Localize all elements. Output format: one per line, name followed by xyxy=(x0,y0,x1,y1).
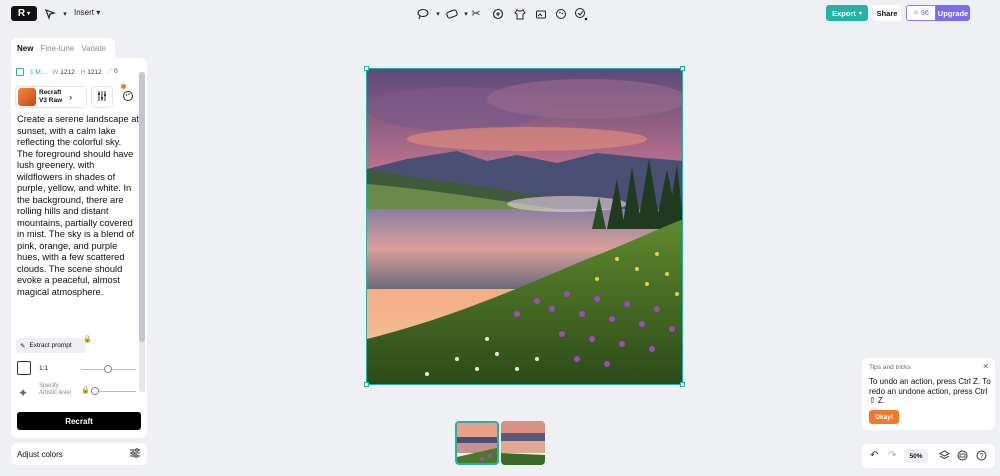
image-meta: 1 M... W 1212 H 1212 ⟋ 0 xyxy=(16,68,118,76)
style-palette-button[interactable] xyxy=(117,86,139,108)
panel-scrollbar[interactable] xyxy=(139,72,145,392)
tab-new[interactable]: New xyxy=(17,44,33,53)
close-icon[interactable]: ✕ xyxy=(982,362,989,371)
credits-badge[interactable]: ✧ 96 xyxy=(906,5,936,21)
sparkle-icon: ✦ xyxy=(18,386,29,400)
settings-sliders-button[interactable] xyxy=(91,86,113,108)
variant-thumbnail-2[interactable] xyxy=(501,421,545,465)
lasso-icon[interactable] xyxy=(415,6,431,21)
zoom-level[interactable]: 50% xyxy=(904,449,928,463)
recraft-button[interactable]: Recraft xyxy=(17,412,141,430)
sliders-icon xyxy=(96,90,108,105)
seed-icon: ⟋ xyxy=(107,68,113,75)
share-button[interactable]: Share xyxy=(873,5,901,21)
generation-panel: 1 M... W 1212 H 1212 ⟋ 0 Recraft V3 Raw ›… xyxy=(11,58,147,438)
mockup-icon[interactable] xyxy=(533,6,549,21)
feedback-icon[interactable] xyxy=(957,450,968,464)
export-button[interactable]: Export ▾ xyxy=(826,5,868,21)
resize-handle[interactable] xyxy=(680,382,685,387)
aspect-ratio-icon[interactable] xyxy=(17,361,31,375)
artistic-level-label: Specify Artistic level xyxy=(39,383,72,396)
width-value[interactable]: 1212 xyxy=(60,69,74,76)
ratio-slider-knob[interactable] xyxy=(104,365,112,373)
bottom-toolbar: ↶ ↷ 50% ? xyxy=(862,444,995,468)
select-tool-icon[interactable] xyxy=(42,6,58,21)
sliders-icon[interactable] xyxy=(129,448,141,460)
height-label: H xyxy=(80,68,86,76)
resize-handle[interactable] xyxy=(364,382,369,387)
redo-icon[interactable]: ↷ xyxy=(888,450,896,461)
tips-body: To undo an action, press Ctrl Z. To redo… xyxy=(869,377,991,405)
height-value[interactable]: 1212 xyxy=(87,69,101,76)
scissors-icon[interactable]: ✂ xyxy=(468,6,484,21)
palette-icon xyxy=(122,90,134,105)
recraft-logo[interactable]: R ▾ xyxy=(11,6,37,21)
diamond-icon: ✧ xyxy=(913,10,920,17)
chevron-down-icon[interactable]: ▾ xyxy=(57,6,73,21)
model-version: V3 Raw xyxy=(39,97,63,104)
extract-prompt-button[interactable]: ✎ Extract prompt xyxy=(16,338,86,353)
model-thumbnail xyxy=(18,88,36,106)
mode-tabs: New Fine-tune Variate xyxy=(11,38,115,58)
tips-title: Tips and tricks xyxy=(869,364,911,371)
shirt-icon[interactable] xyxy=(512,6,528,21)
tab-fine-tune[interactable]: Fine-tune xyxy=(40,44,74,53)
top-toolbar: R ▾ ▾ Insert ▾ ▾ ▾ ✂ Export ▾ Share ✧ 96 Up… xyxy=(0,0,1000,26)
palette-icon[interactable] xyxy=(553,6,569,21)
aspect-ratio-label: 1:1 xyxy=(39,365,49,372)
seed-value[interactable]: 0 xyxy=(114,68,118,75)
layers-icon[interactable] xyxy=(938,450,951,464)
adjust-colors-label: Adjust colors xyxy=(17,449,63,459)
tab-variate[interactable]: Variate xyxy=(81,44,106,53)
svg-text:?: ? xyxy=(980,453,984,460)
okay-button[interactable]: Okay! xyxy=(869,410,899,424)
image-icon xyxy=(16,68,24,76)
insert-menu[interactable]: Insert ▾ xyxy=(74,8,100,17)
lock-icon: 🔒 xyxy=(81,387,90,394)
variant-thumbnail-1[interactable] xyxy=(455,421,499,465)
magic-edit-icon[interactable] xyxy=(573,6,589,21)
image-name[interactable]: 1 M... xyxy=(30,69,46,76)
help-icon[interactable]: ? xyxy=(976,450,987,464)
generated-image[interactable] xyxy=(366,68,683,385)
model-name: Recraft xyxy=(39,89,62,96)
prompt-textarea[interactable]: Create a serene landscape at sunset, wit… xyxy=(17,114,139,298)
undo-icon[interactable]: ↶ xyxy=(870,450,878,461)
resize-handle[interactable] xyxy=(364,66,369,71)
lock-icon: 🔒 xyxy=(83,336,92,343)
pen-icon: ✎ xyxy=(20,342,26,350)
tips-popup: Tips and tricks ✕ To undo an action, pre… xyxy=(862,358,995,430)
width-label: W xyxy=(52,68,59,76)
chevron-right-icon: › xyxy=(69,92,73,102)
upgrade-button[interactable]: Upgrade xyxy=(936,5,970,21)
upscale-icon[interactable] xyxy=(490,6,506,21)
resize-handle[interactable] xyxy=(680,66,685,71)
adjust-colors-bar[interactable]: Adjust colors xyxy=(11,443,147,465)
model-selector[interactable]: Recraft V3 Raw › xyxy=(15,86,87,108)
artistic-level-knob[interactable] xyxy=(91,387,99,395)
